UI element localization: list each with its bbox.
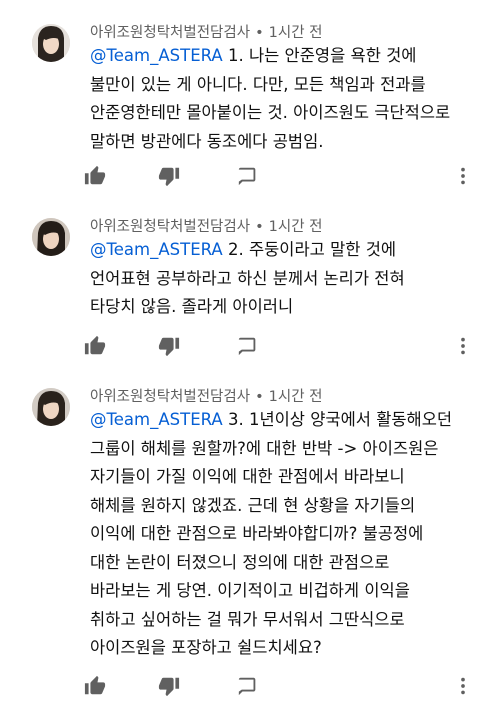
comment-line: 타당치 않음. 졸라게 아이러니 [90, 297, 294, 316]
timestamp[interactable]: 1시간 전 [269, 25, 323, 41]
comment-meta: 아위조원청탁처벌전담검사 • 1시간 전 [90, 388, 323, 406]
comment-line: 그룹이 해체를 원할까?에 대한 반박 -> 아이즈원은 [90, 438, 439, 458]
avatar[interactable] [32, 218, 70, 256]
like-button[interactable] [82, 163, 108, 189]
comment-line: 대한 논란이 터졌으니 정의에 대한 관점으로 [90, 552, 390, 572]
comment-actions [82, 673, 480, 699]
comment-line: @Team_ASTERA 2. 주둥이라고 말한 것에 [90, 240, 397, 259]
comment-actions [82, 333, 480, 359]
comment-line: @Team_ASTERA 1. 나는 안준영을 욕한 것에 [90, 46, 417, 65]
mention-link[interactable]: @Team_ASTERA [90, 410, 223, 429]
comment-line: @Team_ASTERA 3. 1년이상 양국에서 활동해오던 [90, 410, 453, 429]
comment-meta: 아위조원청탁처벌전담검사 • 1시간 전 [90, 24, 323, 42]
avatar[interactable] [32, 388, 70, 426]
more-options-button[interactable] [450, 333, 476, 359]
mention-link[interactable]: @Team_ASTERA [90, 240, 223, 259]
reply-icon [237, 335, 259, 357]
reply-button[interactable] [235, 333, 261, 359]
comment-line: 언어표현 공부하라고 하신 분께서 논리가 전혀 [90, 268, 405, 288]
like-button[interactable] [82, 333, 108, 359]
author-name[interactable]: 아위조원청탁처벌전담검사 [90, 219, 250, 235]
thumbs-down-icon [158, 675, 180, 697]
comment-text: @Team_ASTERA 3. 1년이상 양국에서 활동해오던 그룹이 해체를 … [90, 406, 475, 663]
timestamp[interactable]: 1시간 전 [269, 219, 323, 235]
meta-separator: • [255, 389, 264, 405]
comment-line: 아이즈원을 포장하고 쉴드치세요? [90, 638, 322, 657]
meta-separator: • [255, 219, 264, 235]
dislike-button[interactable] [156, 163, 182, 189]
dislike-button[interactable] [156, 333, 182, 359]
comment-line: 자기들이 가질 이익에 대한 관점에서 바라보니 [90, 467, 405, 486]
avatar[interactable] [32, 24, 70, 62]
comment-line: 안준영한테만 몰아붙이는 것. 아이즈원도 극단적으로 [90, 103, 451, 122]
comment-line: 바라보는 게 당연. 이기적이고 비겁하게 이익을 [90, 581, 410, 600]
comment-line: 불만이 있는 게 아니다. 다만, 모든 책임과 전과를 [90, 74, 426, 94]
thumbs-down-icon [158, 165, 180, 187]
thumbs-up-icon [84, 335, 106, 357]
like-button[interactable] [82, 673, 108, 699]
mention-link[interactable]: @Team_ASTERA [90, 46, 223, 65]
comment-line: 말하면 방관에다 동조에다 공범임. [90, 131, 324, 151]
comment-actions [82, 163, 480, 189]
more-vertical-icon [452, 675, 474, 697]
reply-button[interactable] [235, 163, 261, 189]
more-options-button[interactable] [450, 163, 476, 189]
comment-text: @Team_ASTERA 1. 나는 안준영을 욕한 것에 불만이 있는 게 아… [90, 42, 475, 156]
author-name[interactable]: 아위조원청탁처벌전담검사 [90, 25, 250, 41]
reply-icon [237, 165, 259, 187]
comment-meta: 아위조원청탁처벌전담검사 • 1시간 전 [90, 218, 323, 236]
author-name[interactable]: 아위조원청탁처벌전담검사 [90, 389, 250, 405]
reply-button[interactable] [235, 673, 261, 699]
thumbs-up-icon [84, 675, 106, 697]
comment-line: 해체를 원하지 않겠죠. 근데 현 상황을 자기들의 [90, 495, 416, 515]
meta-separator: • [255, 25, 264, 41]
comment-text: @Team_ASTERA 2. 주둥이라고 말한 것에 언어표현 공부하라고 하… [90, 236, 475, 322]
more-vertical-icon [452, 335, 474, 357]
thumbs-up-icon [84, 165, 106, 187]
dislike-button[interactable] [156, 673, 182, 699]
comment-line: 취하고 싶어하는 걸 뭐가 무서워서 그딴식으로 [90, 609, 405, 629]
more-options-button[interactable] [450, 673, 476, 699]
thumbs-down-icon [158, 335, 180, 357]
timestamp[interactable]: 1시간 전 [269, 389, 323, 405]
more-vertical-icon [452, 165, 474, 187]
comment-line: 이익에 대한 관점으로 바라봐야합디까? 불공정에 [90, 524, 424, 543]
reply-icon [237, 675, 259, 697]
